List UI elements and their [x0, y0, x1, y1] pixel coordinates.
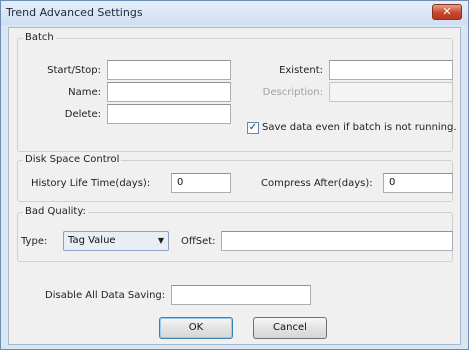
history-life-field[interactable]: 0 [171, 173, 231, 193]
dialog-body: Batch Start/Stop: Name: Delete: Existent… [8, 27, 461, 345]
start-stop-label: Start/Stop: [47, 65, 101, 76]
title-bar[interactable]: Trend Advanced Settings ✕ [1, 1, 468, 25]
delete-label: Delete: [64, 109, 101, 120]
history-life-label: History Life Time(days): [31, 178, 151, 189]
cancel-button[interactable]: Cancel [253, 317, 327, 339]
chevron-down-icon: ▼ [157, 236, 164, 245]
type-dropdown-value: Tag Value [68, 235, 116, 246]
start-stop-field[interactable] [107, 60, 231, 80]
type-label: Type: [21, 236, 48, 247]
existent-field[interactable] [329, 60, 453, 80]
name-field[interactable] [107, 82, 231, 102]
existent-label: Existent: [279, 65, 323, 76]
disk-space-legend: Disk Space Control [23, 154, 122, 165]
name-label: Name: [68, 87, 101, 98]
batch-legend: Batch [23, 32, 56, 43]
disable-saving-field[interactable] [171, 285, 311, 305]
ok-button[interactable]: OK [159, 317, 233, 339]
delete-field[interactable] [107, 104, 231, 124]
window-title: Trend Advanced Settings [6, 6, 143, 19]
disable-saving-label: Disable All Data Saving: [45, 290, 166, 301]
offset-label: OffSet: [181, 236, 216, 247]
description-field [329, 82, 453, 102]
save-data-checkbox[interactable]: ✓ [247, 122, 259, 134]
close-icon[interactable]: ✕ [432, 4, 462, 20]
dialog-window: Trend Advanced Settings ✕ Batch Start/St… [0, 0, 469, 350]
type-dropdown[interactable]: Tag Value ▼ [63, 231, 169, 251]
compress-after-field[interactable]: 0 [383, 173, 453, 193]
save-data-label[interactable]: Save data even if batch is not running. [262, 122, 457, 133]
bad-quality-legend: Bad Quality: [23, 206, 88, 217]
offset-field[interactable] [221, 231, 453, 251]
description-label: Description: [262, 87, 323, 98]
compress-after-label: Compress After(days): [261, 178, 373, 189]
